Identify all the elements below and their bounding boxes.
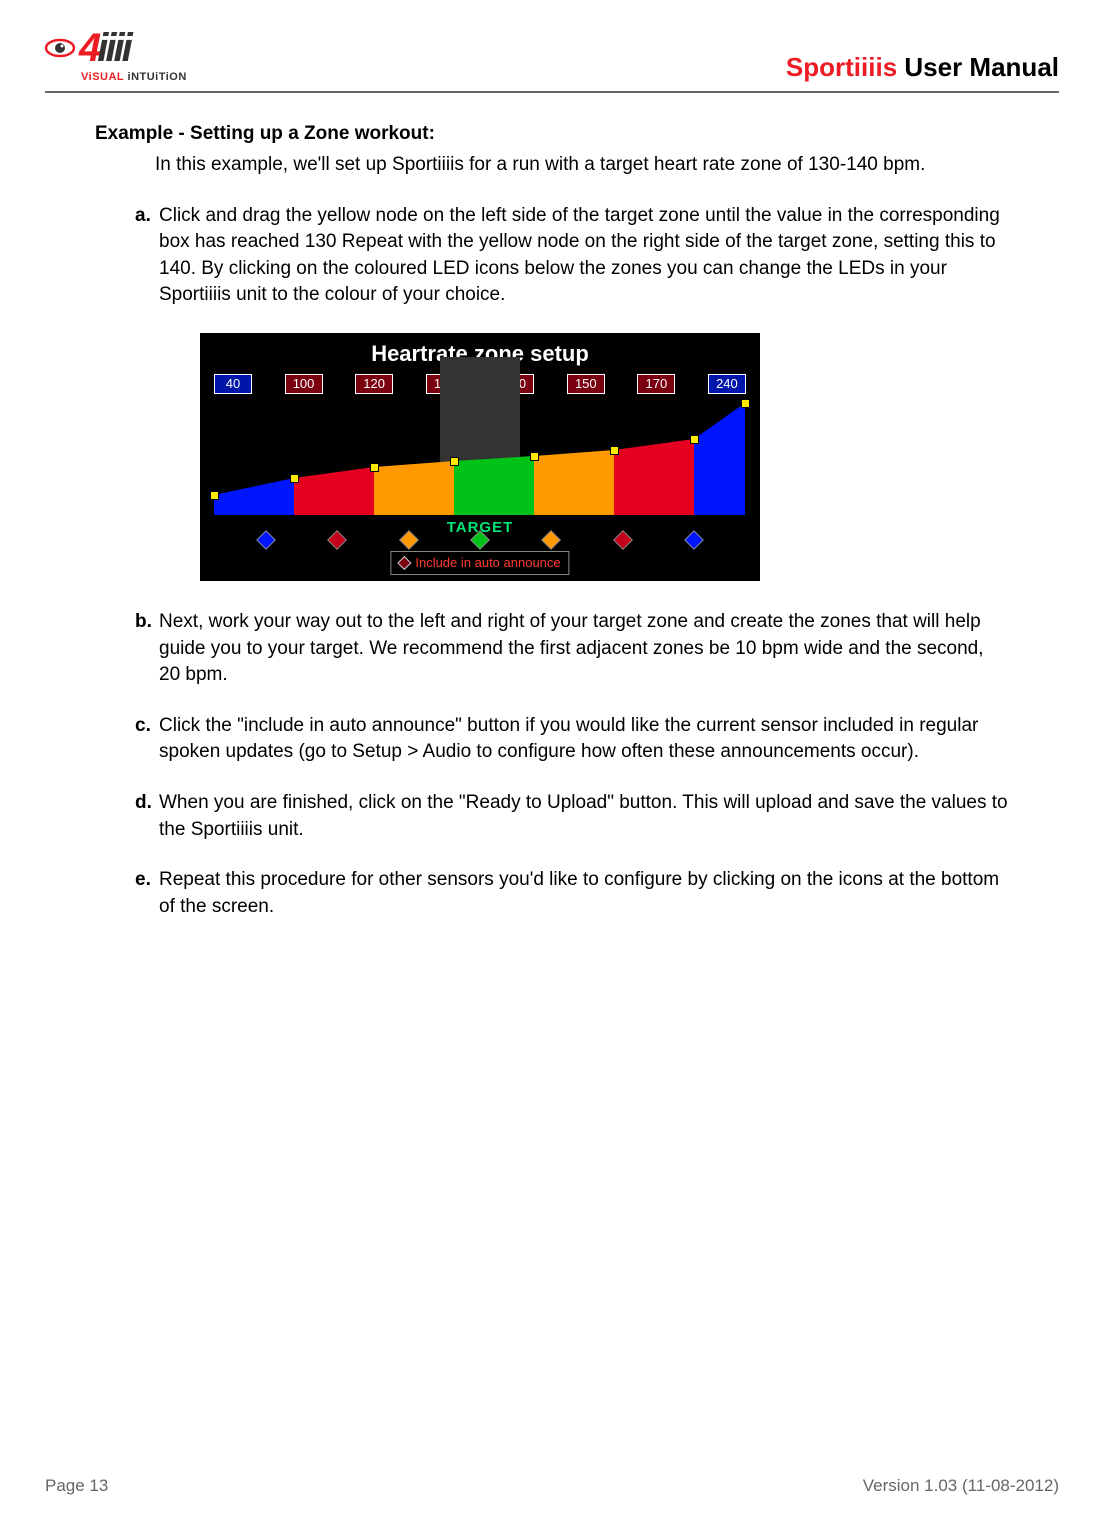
step-label: c. [135, 713, 157, 766]
led-row [200, 533, 760, 547]
zone-node[interactable] [741, 399, 750, 408]
led-icon[interactable] [684, 530, 704, 550]
brand-suffix: iiii [97, 20, 129, 76]
brand-prefix: 4 [79, 20, 99, 76]
step-text: Repeat this procedure for other sensors … [159, 867, 1009, 920]
section-heading: Example - Setting up a Zone workout: [95, 121, 1009, 148]
zone-node[interactable] [450, 457, 459, 466]
step-text: When you are finished, click on the "Rea… [159, 790, 1009, 843]
led-icon[interactable] [399, 530, 419, 550]
zone-node[interactable] [370, 463, 379, 472]
step-b: b. Next, work your way out to the left a… [135, 609, 1009, 689]
page-footer: Page 13 Version 1.03 (11-08-2012) [45, 1474, 1059, 1498]
document-title: Sportiiiis User Manual [786, 49, 1059, 85]
eye-icon [45, 37, 75, 59]
zone-node[interactable] [610, 446, 619, 455]
step-c: c. Click the "include in auto announce" … [135, 713, 1009, 766]
auto-announce-label: Include in auto announce [415, 554, 560, 572]
step-text: Next, work your way out to the left and … [159, 609, 1009, 689]
step-label: a. [135, 203, 157, 309]
page-number: Page 13 [45, 1474, 108, 1498]
page-header: 4 iiii ViSUAL iNTUiTiON Sportiiiis User … [45, 20, 1059, 93]
step-label: b. [135, 609, 157, 689]
brand-logo: 4 iiii ViSUAL iNTUiTiON [45, 20, 187, 85]
step-text: Click and drag the yellow node on the le… [159, 203, 1009, 309]
auto-announce-button[interactable]: Include in auto announce [390, 551, 569, 575]
step-d: d. When you are finished, click on the "… [135, 790, 1009, 843]
zone-node[interactable] [690, 435, 699, 444]
step-label: d. [135, 790, 157, 843]
version-label: Version 1.03 (11-08-2012) [863, 1474, 1059, 1498]
led-icon[interactable] [256, 530, 276, 550]
step-a: a. Click and drag the yellow node on the… [135, 203, 1009, 309]
step-label: e. [135, 867, 157, 920]
diamond-icon [397, 556, 411, 570]
zone-plot [200, 391, 760, 515]
led-icon[interactable] [541, 530, 561, 550]
chart-container: Heartrate zone setup 40 100 120 130 140 … [200, 333, 1009, 581]
step-e: e. Repeat this procedure for other senso… [135, 867, 1009, 920]
led-icon[interactable] [470, 530, 490, 550]
intro-text: In this example, we'll set up Sportiiiis… [155, 152, 1009, 179]
zone-node[interactable] [530, 452, 539, 461]
led-icon[interactable] [327, 530, 347, 550]
page-content: Example - Setting up a Zone workout: In … [45, 121, 1059, 920]
step-text: Click the "include in auto announce" but… [159, 713, 1009, 766]
zone-node[interactable] [210, 491, 219, 500]
heartrate-zone-chart: Heartrate zone setup 40 100 120 130 140 … [200, 333, 760, 581]
led-icon[interactable] [613, 530, 633, 550]
brand-tagline: ViSUAL iNTUiTiON [81, 70, 187, 85]
zone-node[interactable] [290, 474, 299, 483]
